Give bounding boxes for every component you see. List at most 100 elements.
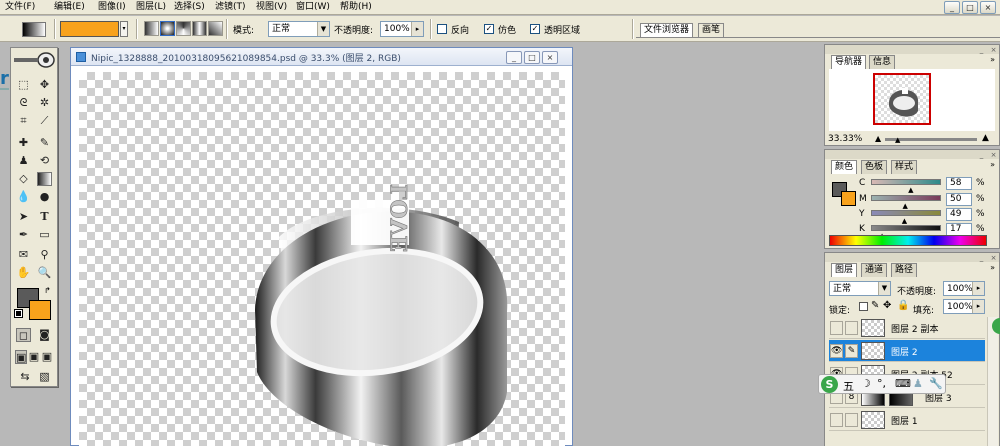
- screen-mode-standard-icon[interactable]: ▣: [15, 350, 27, 364]
- moon-icon[interactable]: ☽: [861, 377, 871, 390]
- fill-input[interactable]: 100% ▸: [943, 299, 985, 314]
- dodge-tool-icon[interactable]: ●: [37, 190, 52, 204]
- transparency-checkbox[interactable]: ✓: [530, 24, 540, 34]
- channel-c-slider[interactable]: [871, 179, 941, 185]
- document-minimize-button[interactable]: _: [506, 51, 522, 64]
- brushes-tab[interactable]: 画笔: [698, 23, 725, 38]
- menu-image[interactable]: 图像(I): [98, 1, 126, 14]
- tab-channels[interactable]: 通道: [861, 263, 888, 277]
- palette-minimize-icon[interactable]: _: [977, 46, 986, 54]
- menu-view[interactable]: 视图(V): [256, 1, 287, 14]
- punctuation-icon[interactable]: °,: [877, 377, 886, 390]
- blend-mode-select[interactable]: 正常 ▼: [829, 281, 891, 296]
- opacity-input[interactable]: 100% ▸: [380, 21, 424, 37]
- notes-tool-icon[interactable]: ✉: [16, 248, 31, 262]
- mode-select[interactable]: 正常 ▼: [268, 21, 330, 37]
- tab-color[interactable]: 颜色: [831, 160, 858, 174]
- layer-row[interactable]: 图层 1: [829, 409, 985, 431]
- sogou-logo-icon[interactable]: S: [821, 376, 838, 393]
- tab-layers[interactable]: 图层: [831, 263, 858, 277]
- diamond-gradient-button[interactable]: [208, 21, 223, 36]
- wrench-icon[interactable]: 🔧: [929, 377, 943, 390]
- zoom-tool-icon[interactable]: 🔍: [37, 266, 52, 280]
- gradient-tool-preset-icon[interactable]: [22, 22, 46, 37]
- layer-opacity-input[interactable]: 100% ▸: [943, 281, 985, 296]
- document-title-bar[interactable]: Nipic_1328888_20100318095621089854.psd @…: [71, 48, 572, 66]
- app-minimize-button[interactable]: _: [944, 1, 960, 14]
- tab-info[interactable]: 信息: [869, 55, 896, 69]
- swap-colors-icon[interactable]: ↱: [44, 286, 51, 295]
- channel-y-slider[interactable]: [871, 210, 941, 216]
- lock-move-icon[interactable]: ✥: [883, 300, 891, 311]
- document-close-button[interactable]: ×: [542, 51, 558, 64]
- menu-help[interactable]: 帮助(H): [340, 1, 372, 14]
- marquee-tool-icon[interactable]: ⬚: [16, 78, 31, 92]
- ime-mode-toggle[interactable]: 五: [843, 378, 854, 394]
- file-browser-tab[interactable]: 文件浏览器: [640, 23, 694, 38]
- hand-tool-icon[interactable]: ✋: [16, 266, 31, 280]
- channel-m-slider[interactable]: [871, 195, 941, 201]
- default-colors-icon[interactable]: [14, 309, 23, 318]
- palette-close-icon[interactable]: ×: [989, 151, 998, 159]
- dither-checkbox[interactable]: ✓: [484, 24, 494, 34]
- tab-styles[interactable]: 样式: [891, 160, 918, 174]
- menu-filter[interactable]: 滤镜(T): [215, 1, 246, 14]
- color-spectrum-bar[interactable]: [829, 235, 987, 246]
- radial-gradient-button[interactable]: [160, 21, 175, 36]
- channel-c-input[interactable]: 58: [946, 177, 972, 190]
- navigator-zoom-value[interactable]: 33.33%: [828, 134, 862, 144]
- zoom-out-icon[interactable]: ▲: [875, 134, 881, 143]
- palette-minimize-icon[interactable]: _: [977, 254, 986, 262]
- channel-y-thumb[interactable]: ▲: [902, 217, 907, 225]
- channel-m-thumb[interactable]: ▲: [903, 202, 908, 210]
- palette-drag-bar[interactable]: [825, 45, 999, 54]
- link-toggle[interactable]: [845, 321, 858, 335]
- background-color-swatch[interactable]: [29, 300, 51, 320]
- jump-to-imageready-icon[interactable]: ⇆: [16, 370, 34, 384]
- lock-brush-icon[interactable]: ✎: [871, 300, 879, 311]
- app-maximize-button[interactable]: □: [962, 1, 978, 14]
- menu-file[interactable]: 文件(F): [5, 1, 35, 14]
- menu-window[interactable]: 窗口(W): [296, 1, 330, 14]
- layer-row[interactable]: 图层 2 副本: [829, 317, 985, 339]
- zoom-in-icon[interactable]: ▲: [982, 133, 989, 143]
- shape-tool-icon[interactable]: ▭: [37, 228, 52, 242]
- palette-minimize-icon[interactable]: _: [977, 151, 986, 159]
- palette-menu-icon[interactable]: »: [990, 55, 995, 64]
- path-select-icon[interactable]: ➤: [16, 210, 31, 224]
- tab-paths[interactable]: 路径: [891, 263, 918, 277]
- channel-m-input[interactable]: 50: [946, 193, 972, 206]
- slice-tool-icon[interactable]: ⟋: [37, 114, 52, 128]
- channel-c-thumb[interactable]: ▲: [908, 186, 913, 194]
- lasso-tool-icon[interactable]: ᘓ: [16, 96, 31, 110]
- user-icon[interactable]: ♟: [913, 377, 923, 390]
- standard-mode-icon[interactable]: ◻: [16, 328, 31, 342]
- quick-mask-icon[interactable]: ◙: [37, 328, 52, 342]
- visibility-toggle[interactable]: [830, 321, 843, 335]
- palette-close-icon[interactable]: ×: [989, 46, 998, 54]
- bg-color-chip[interactable]: [841, 191, 856, 206]
- eraser-tool-icon[interactable]: ◇: [16, 172, 31, 186]
- keyboard-icon[interactable]: ⌨: [895, 377, 911, 390]
- pen-tool-icon[interactable]: ✒: [16, 228, 31, 242]
- eye-icon[interactable]: 👁: [830, 344, 843, 358]
- palette-drag-bar[interactable]: [825, 253, 999, 262]
- channel-y-input[interactable]: 49: [946, 208, 972, 221]
- reverse-checkbox[interactable]: [437, 24, 447, 34]
- app-close-button[interactable]: ×: [980, 1, 996, 14]
- brush-icon[interactable]: ✎: [845, 344, 858, 358]
- tab-swatches[interactable]: 色板: [861, 160, 888, 174]
- canvas[interactable]: LOVE: [79, 72, 565, 446]
- angle-gradient-button[interactable]: [176, 21, 191, 36]
- menu-layer[interactable]: 图层(L): [136, 1, 166, 14]
- linear-gradient-button[interactable]: [144, 21, 159, 36]
- image-ready-icon[interactable]: ▧: [37, 370, 52, 384]
- link-toggle[interactable]: [845, 413, 858, 427]
- gradient-picker-arrow[interactable]: ▾: [120, 21, 128, 37]
- layers-scrollbar[interactable]: [987, 317, 998, 446]
- reflected-gradient-button[interactable]: [192, 21, 207, 36]
- tab-navigator[interactable]: 导航器: [831, 55, 867, 69]
- lock-all-icon[interactable]: 🔒: [897, 300, 909, 311]
- blur-tool-icon[interactable]: 💧: [16, 190, 31, 204]
- gradient-swatch[interactable]: [60, 21, 119, 37]
